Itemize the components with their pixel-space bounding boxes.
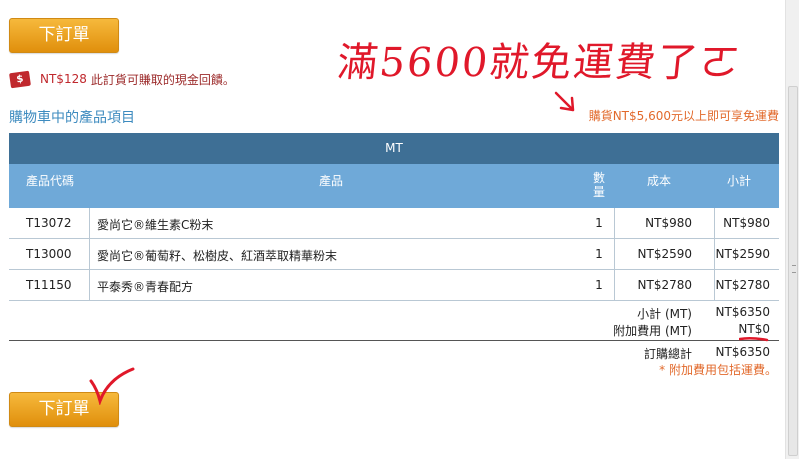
vertical-scrollbar[interactable] — [785, 0, 799, 459]
item-qty: 1 — [595, 247, 603, 261]
header-quantity: 數 量 — [593, 171, 606, 199]
item-name: 愛尚它®維生素C粉末 — [97, 218, 214, 232]
item-qty: 1 — [595, 216, 603, 230]
surcharge-label: 附加費用 (MT) — [613, 324, 692, 338]
cashback-notice: $ NT$128 此訂貨可賺取的現金回饋。 — [9, 70, 235, 88]
grand-total-value: NT$6350 — [715, 345, 770, 359]
item-subtotal: NT$2780 — [715, 278, 770, 292]
item-code: T13000 — [26, 247, 72, 261]
table-row: T13000 愛尚它®葡萄籽、松樹皮、紅酒萃取精華粉末 1 NT$2590 NT… — [9, 239, 779, 270]
item-subtotal: NT$2590 — [715, 247, 770, 261]
item-cost: NT$2590 — [637, 247, 692, 261]
cart-table: MT 產品代碼 產品 數 量 成本 小計 T13072 愛尚它®維生素C粉末 1… — [9, 133, 779, 377]
annotation-arrow-icon — [554, 91, 575, 112]
cash-icon: $ — [9, 70, 31, 88]
item-subtotal: NT$980 — [723, 216, 770, 230]
surcharge-value: NT$0 — [738, 322, 770, 336]
item-name: 平泰秀®青春配方 — [97, 280, 194, 294]
header-product: 產品 — [319, 174, 344, 188]
annotation-underline — [739, 336, 769, 342]
subtotal-value: NT$6350 — [715, 305, 770, 319]
header-cost: 成本 — [647, 174, 672, 188]
brand-header: MT — [9, 133, 779, 164]
checkmark-icon — [89, 367, 135, 405]
scrollbar-thumb[interactable] — [788, 86, 798, 456]
item-cost: NT$2780 — [637, 278, 692, 292]
table-row: T13072 愛尚它®維生素C粉末 1 NT$980 NT$980 — [9, 208, 779, 239]
totals-block: 小計 (MT) NT$6350 附加費用 (MT) NT$0 — [9, 301, 779, 341]
grand-total-label: 訂購總計 — [643, 347, 692, 361]
cashback-amount: NT$128 — [40, 72, 87, 86]
free-shipping-notice: 購貨NT$5,600元以上即可享免運費 — [588, 109, 779, 123]
item-name: 愛尚它®葡萄籽、松樹皮、紅酒萃取精華粉末 — [97, 249, 338, 263]
item-cost: NT$980 — [645, 216, 692, 230]
item-code: T11150 — [26, 278, 72, 292]
table-header-row: 產品代碼 產品 數 量 成本 小計 — [9, 164, 779, 208]
surcharge-note: * 附加費用包括運費。 — [659, 363, 777, 377]
header-subtotal: 小計 — [727, 174, 752, 188]
cart-section-title: 購物車中的產品項目 — [9, 110, 135, 126]
header-code: 產品代碼 — [26, 174, 75, 188]
scrollbar-grip-icon — [792, 265, 796, 273]
grand-total-row: 訂購總計 NT$6350 — [9, 341, 779, 363]
item-qty: 1 — [595, 278, 603, 292]
table-row: T11150 平泰秀®青春配方 1 NT$2780 NT$2780 — [9, 270, 779, 301]
place-order-button-top[interactable]: 下訂單 — [9, 18, 119, 53]
item-code: T13072 — [26, 216, 72, 230]
cashback-text: 此訂貨可賺取的現金回饋。 — [90, 72, 235, 87]
subtotal-label: 小計 (MT) — [637, 307, 692, 321]
handwritten-annotation: 滿5600就免運費了ㄛ — [335, 40, 744, 86]
